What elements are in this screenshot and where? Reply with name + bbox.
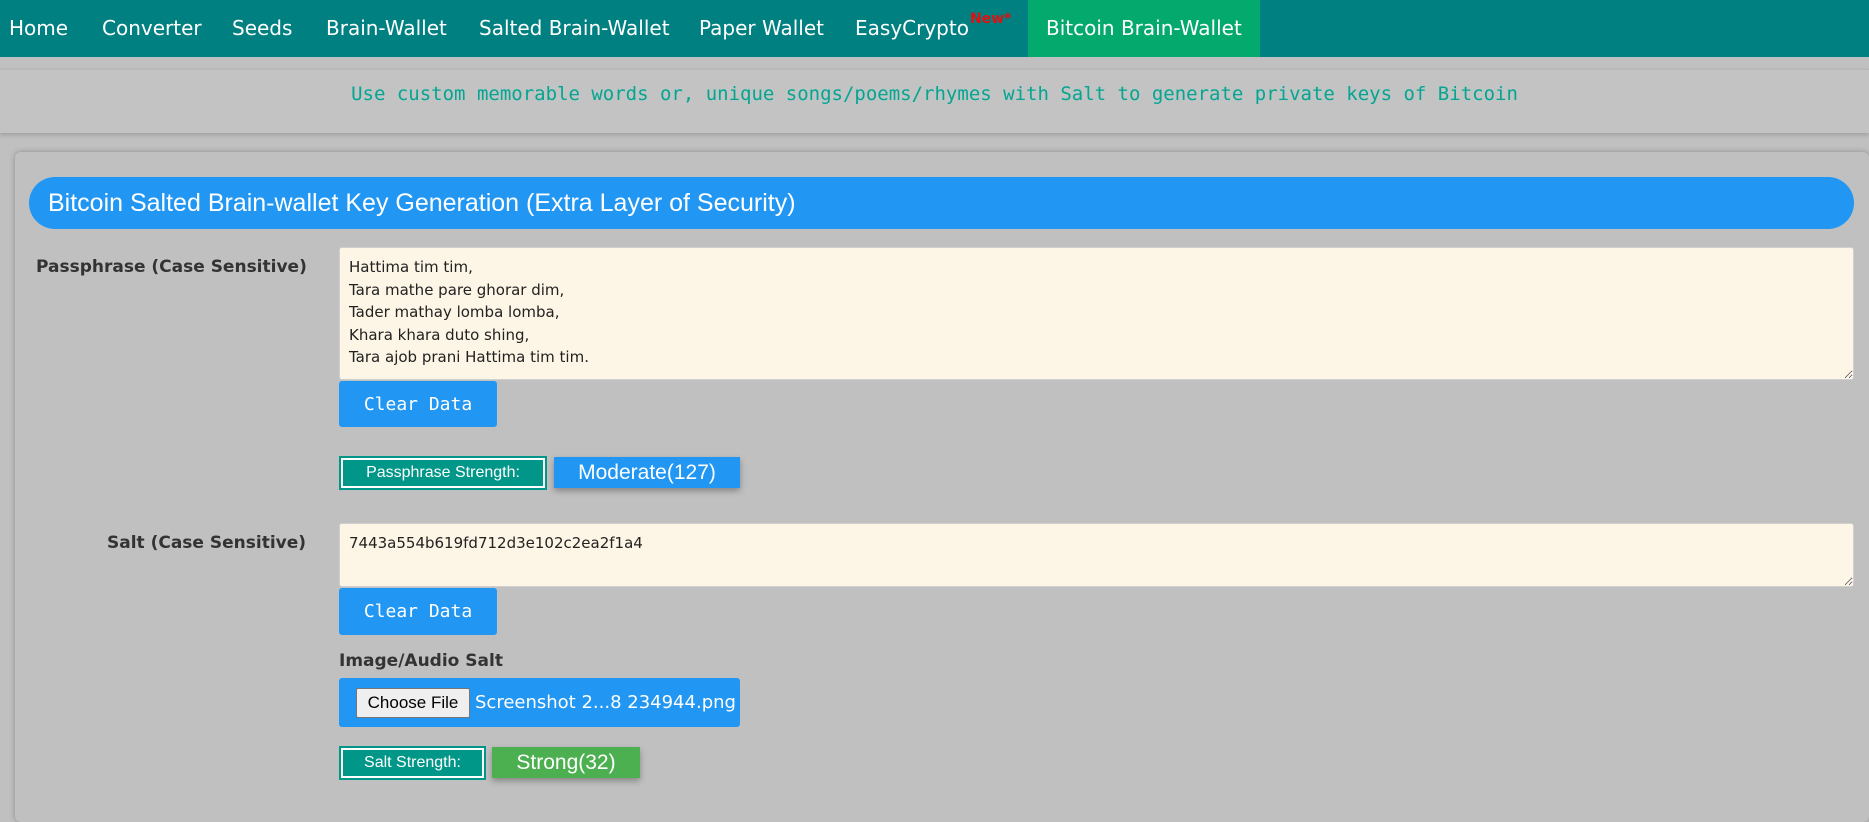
nav-item-seeds[interactable]: Seeds bbox=[232, 0, 292, 57]
nav-item-easycrypto-label: EasyCrypto bbox=[855, 16, 969, 40]
salt-strength-label: Salt Strength: bbox=[339, 746, 486, 780]
clear-salt-button[interactable]: Clear Data bbox=[339, 588, 497, 635]
nav-item-bitcoin-brain-wallet[interactable]: Bitcoin Brain-Wallet bbox=[1028, 0, 1260, 57]
passphrase-strength-label: Passphrase Strength: bbox=[339, 456, 547, 490]
passphrase-label: Passphrase (Case Sensitive) bbox=[36, 257, 307, 277]
media-salt-label: Image/Audio Salt bbox=[339, 651, 503, 671]
tagline-text: Use custom memorable words or, unique so… bbox=[351, 83, 1518, 105]
passphrase-strength-badge: Moderate(127) bbox=[554, 457, 740, 488]
choose-file-button[interactable]: Choose File bbox=[356, 688, 470, 718]
salt-label: Salt (Case Sensitive) bbox=[107, 533, 307, 553]
salt-strength-badge: Strong(32) bbox=[492, 747, 640, 778]
nav-item-paper-wallet[interactable]: Paper Wallet bbox=[699, 0, 824, 57]
new-badge: New* bbox=[969, 11, 1012, 27]
top-navbar: Home Converter Seeds Brain-Wallet Salted… bbox=[0, 0, 1869, 57]
nav-item-home[interactable]: Home bbox=[9, 0, 68, 57]
nav-item-converter[interactable]: Converter bbox=[102, 0, 202, 57]
nav-item-brain-wallet[interactable]: Brain-Wallet bbox=[326, 0, 447, 57]
tagline-banner: Use custom memorable words or, unique so… bbox=[0, 69, 1869, 133]
nav-item-easycrypto[interactable]: EasyCryptoNew* bbox=[855, 0, 1011, 57]
salt-input[interactable] bbox=[339, 523, 1854, 587]
clear-passphrase-button[interactable]: Clear Data bbox=[339, 381, 497, 427]
file-input[interactable]: Choose File Screenshot 2...8 234944.png bbox=[339, 678, 740, 727]
nav-item-salted-brain-wallet[interactable]: Salted Brain-Wallet bbox=[479, 0, 670, 57]
card-title: Bitcoin Salted Brain-wallet Key Generati… bbox=[29, 177, 1854, 229]
selected-file-name: Screenshot 2...8 234944.png bbox=[475, 692, 736, 713]
passphrase-input[interactable] bbox=[339, 247, 1854, 380]
